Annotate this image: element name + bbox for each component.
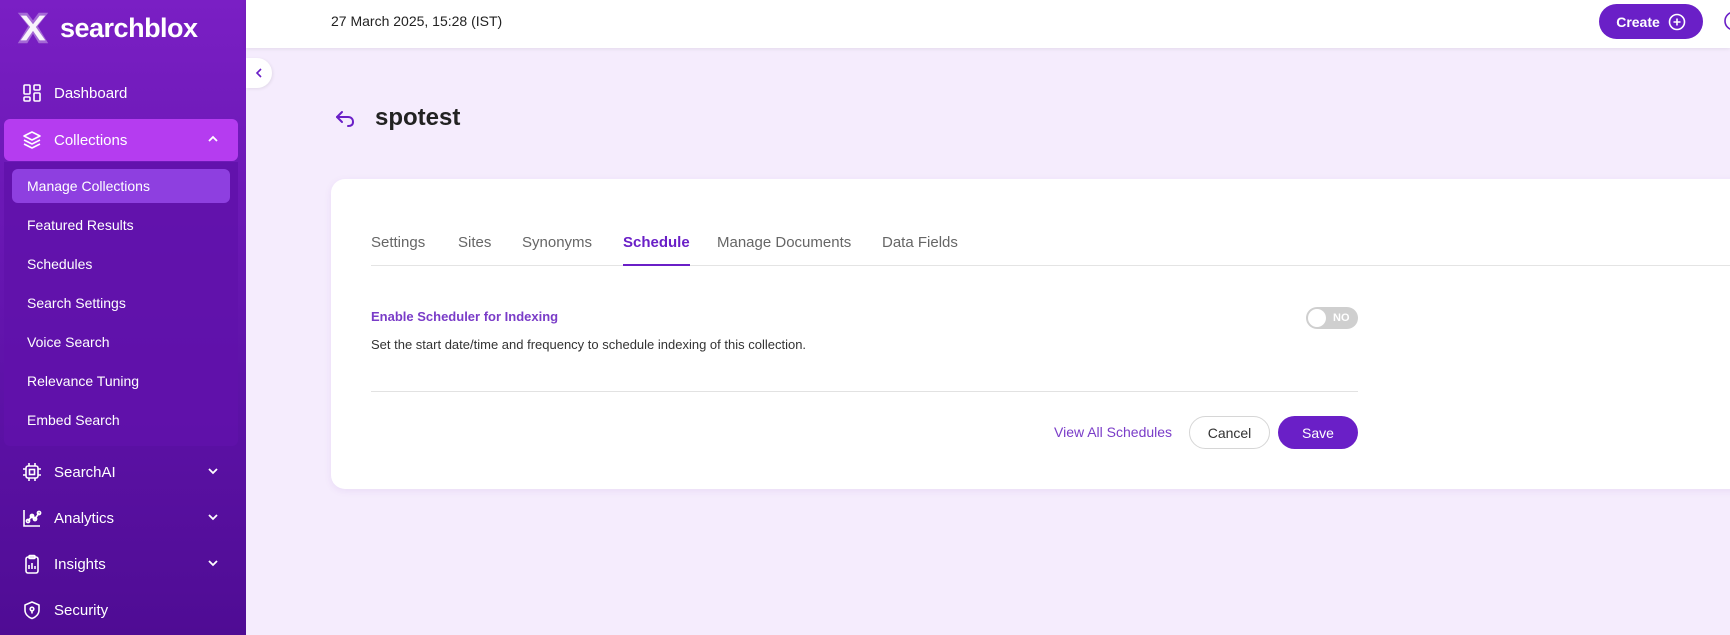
toggle-state-text: NO — [1333, 312, 1350, 324]
sidebar-item-label: Security — [54, 601, 109, 619]
sidebar-item-label: Insights — [54, 555, 106, 573]
sidebar-item-searchai[interactable]: SearchAI — [4, 451, 238, 493]
chevron-down-icon — [208, 560, 218, 567]
scheduler-label: Enable Scheduler for Indexing — [371, 309, 559, 324]
current-datetime: 27 March 2025, 15:28 (IST) — [331, 13, 503, 29]
sidebar-item-insights[interactable]: Insights — [4, 543, 238, 585]
page-title: spotest — [375, 104, 461, 131]
submenu-item-featured-results[interactable]: Featured Results — [12, 208, 230, 242]
submenu-item-manage-collections[interactable]: Manage Collections — [12, 169, 230, 203]
tab-data-fields[interactable]: Data Fields — [882, 234, 958, 266]
submenu-item-relevance-tuning[interactable]: Relevance Tuning — [12, 364, 230, 398]
scheduler-toggle[interactable]: NO — [1306, 307, 1358, 329]
submenu-item-schedules[interactable]: Schedules — [12, 247, 230, 281]
sidebar-item-security[interactable]: Security — [4, 589, 238, 631]
toggle-knob — [1308, 309, 1326, 327]
sidebar-item-label: Analytics — [54, 509, 115, 527]
create-button-label: Create — [1616, 13, 1660, 30]
top-header: 27 March 2025, 15:28 (IST) Create — [246, 0, 1730, 48]
chevron-down-icon — [208, 514, 218, 521]
sidebar-item-analytics[interactable]: Analytics — [4, 497, 238, 539]
clipboard-icon — [25, 554, 39, 574]
save-button[interactable]: Save — [1278, 416, 1358, 449]
tab-manage-documents[interactable]: Manage Documents — [717, 234, 851, 266]
sidebar: searchblox Dashboard Collections Manage … — [0, 0, 246, 635]
layers-icon — [23, 131, 41, 149]
view-all-schedules-link[interactable]: View All Schedules — [1054, 424, 1172, 440]
submenu-item-voice-search[interactable]: Voice Search — [12, 325, 230, 359]
dashboard-icon — [23, 84, 41, 102]
cancel-button[interactable]: Cancel — [1189, 416, 1270, 449]
searchblox-logo-icon — [17, 12, 49, 44]
submenu-item-embed-search[interactable]: Embed Search — [12, 403, 230, 437]
create-button[interactable]: Create — [1599, 4, 1703, 39]
sidebar-item-dashboard[interactable]: Dashboard — [4, 72, 238, 114]
plus-circle-icon — [1668, 13, 1686, 30]
sidebar-item-collections[interactable]: Collections — [4, 119, 238, 161]
chevron-down-icon — [208, 468, 218, 475]
brand-logo[interactable]: searchblox — [14, 8, 198, 48]
sidebar-item-label: Dashboard — [54, 84, 128, 102]
back-arrow-icon[interactable] — [333, 107, 357, 131]
sidebar-collapse-button[interactable] — [246, 58, 272, 88]
divider — [371, 391, 1358, 392]
help-icon[interactable] — [1723, 10, 1730, 32]
brand-name: searchblox — [60, 12, 198, 43]
sidebar-item-label: SearchAI — [54, 463, 116, 481]
tab-bar: Settings Sites Synonyms Schedule Manage … — [371, 234, 1730, 266]
collection-settings-card: Settings Sites Synonyms Schedule Manage … — [331, 179, 1730, 489]
tab-synonyms[interactable]: Synonyms — [522, 234, 592, 266]
analytics-icon — [23, 510, 42, 527]
shield-icon — [24, 601, 40, 620]
tab-schedule[interactable]: Schedule — [623, 234, 690, 266]
chevron-up-icon — [208, 135, 218, 142]
chevron-left-icon — [255, 68, 262, 78]
tab-sites[interactable]: Sites — [458, 234, 491, 266]
tab-settings[interactable]: Settings — [371, 234, 425, 266]
scheduler-description: Set the start date/time and frequency to… — [371, 337, 807, 352]
sidebar-item-label: Collections — [54, 131, 128, 149]
collections-submenu: Manage Collections Featured Results Sche… — [4, 162, 238, 446]
chip-icon — [23, 463, 41, 481]
submenu-item-search-settings[interactable]: Search Settings — [12, 286, 230, 320]
